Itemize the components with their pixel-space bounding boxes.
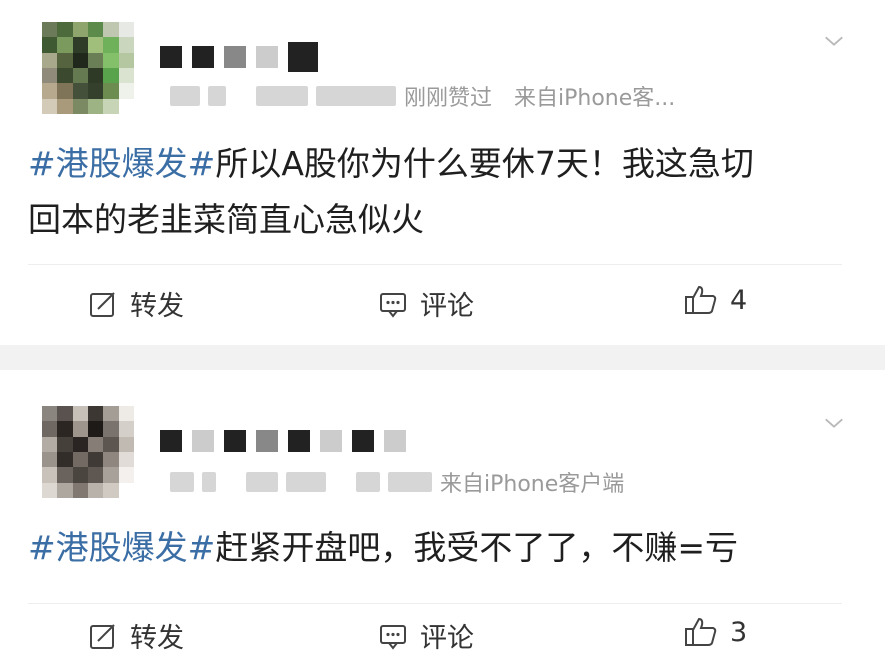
like-count: 3 bbox=[730, 616, 748, 648]
comment-bubble-icon bbox=[380, 292, 406, 318]
comment-button[interactable]: 评论 bbox=[378, 284, 474, 323]
edit-share-icon bbox=[90, 291, 115, 317]
repost-button[interactable]: 转发 bbox=[88, 616, 184, 655]
avatar[interactable] bbox=[42, 406, 134, 498]
post-actions: 转发 评论 4 bbox=[0, 284, 885, 324]
post-text-line: 回本的老韭菜简直心急似火 bbox=[28, 200, 424, 239]
like-count: 4 bbox=[730, 284, 748, 316]
edit-share-icon bbox=[90, 623, 115, 649]
avatar[interactable] bbox=[42, 22, 134, 114]
hashtag-link[interactable]: #港股爆发# bbox=[28, 144, 215, 183]
comment-bubble-icon bbox=[380, 624, 406, 650]
repost-button[interactable]: 转发 bbox=[88, 284, 184, 323]
username-blurred[interactable] bbox=[160, 430, 406, 452]
username-blurred[interactable] bbox=[160, 42, 318, 72]
repost-label: 转发 bbox=[130, 623, 184, 654]
post-text-line: 赶紧开盘吧，我受不了了，不赚=亏 bbox=[215, 528, 738, 567]
hashtag-link[interactable]: #港股爆发# bbox=[28, 528, 215, 567]
divider bbox=[28, 603, 842, 604]
thumbs-up-icon bbox=[685, 285, 717, 314]
post-content: #港股爆发#赶紧开盘吧，我受不了了，不赚=亏 bbox=[28, 520, 848, 576]
post-meta: 来自iPhone客户端 bbox=[170, 466, 624, 498]
comment-button[interactable]: 评论 bbox=[378, 616, 474, 655]
comment-label: 评论 bbox=[420, 291, 474, 322]
post-source: 来自iPhone客户端 bbox=[440, 472, 625, 497]
weibo-post: 刚刚赞过 来自iPhone客... #港股爆发#所以A股你为什么要休7天！我这急… bbox=[0, 0, 885, 345]
like-button[interactable]: 3 bbox=[684, 616, 747, 648]
thumbs-up-icon bbox=[685, 617, 717, 646]
post-text-line: 所以A股你为什么要休7天！我这急切 bbox=[215, 144, 754, 183]
post-source: 来自iPhone客... bbox=[514, 86, 676, 111]
chevron-down-icon[interactable] bbox=[823, 30, 845, 52]
weibo-post: 来自iPhone客户端 #港股爆发#赶紧开盘吧，我受不了了，不赚=亏 转发 评论 bbox=[0, 370, 885, 672]
divider bbox=[28, 264, 842, 265]
post-content: #港股爆发#所以A股你为什么要休7天！我这急切 回本的老韭菜简直心急似火 bbox=[28, 136, 848, 248]
post-actions: 转发 评论 3 bbox=[0, 616, 885, 656]
meta-text: 刚刚赞过 bbox=[404, 86, 493, 111]
post-separator bbox=[0, 345, 885, 370]
post-meta: 刚刚赞过 来自iPhone客... bbox=[170, 80, 675, 112]
chevron-down-icon[interactable] bbox=[823, 412, 845, 434]
repost-label: 转发 bbox=[130, 291, 184, 322]
like-button[interactable]: 4 bbox=[684, 284, 747, 316]
comment-label: 评论 bbox=[420, 623, 474, 654]
